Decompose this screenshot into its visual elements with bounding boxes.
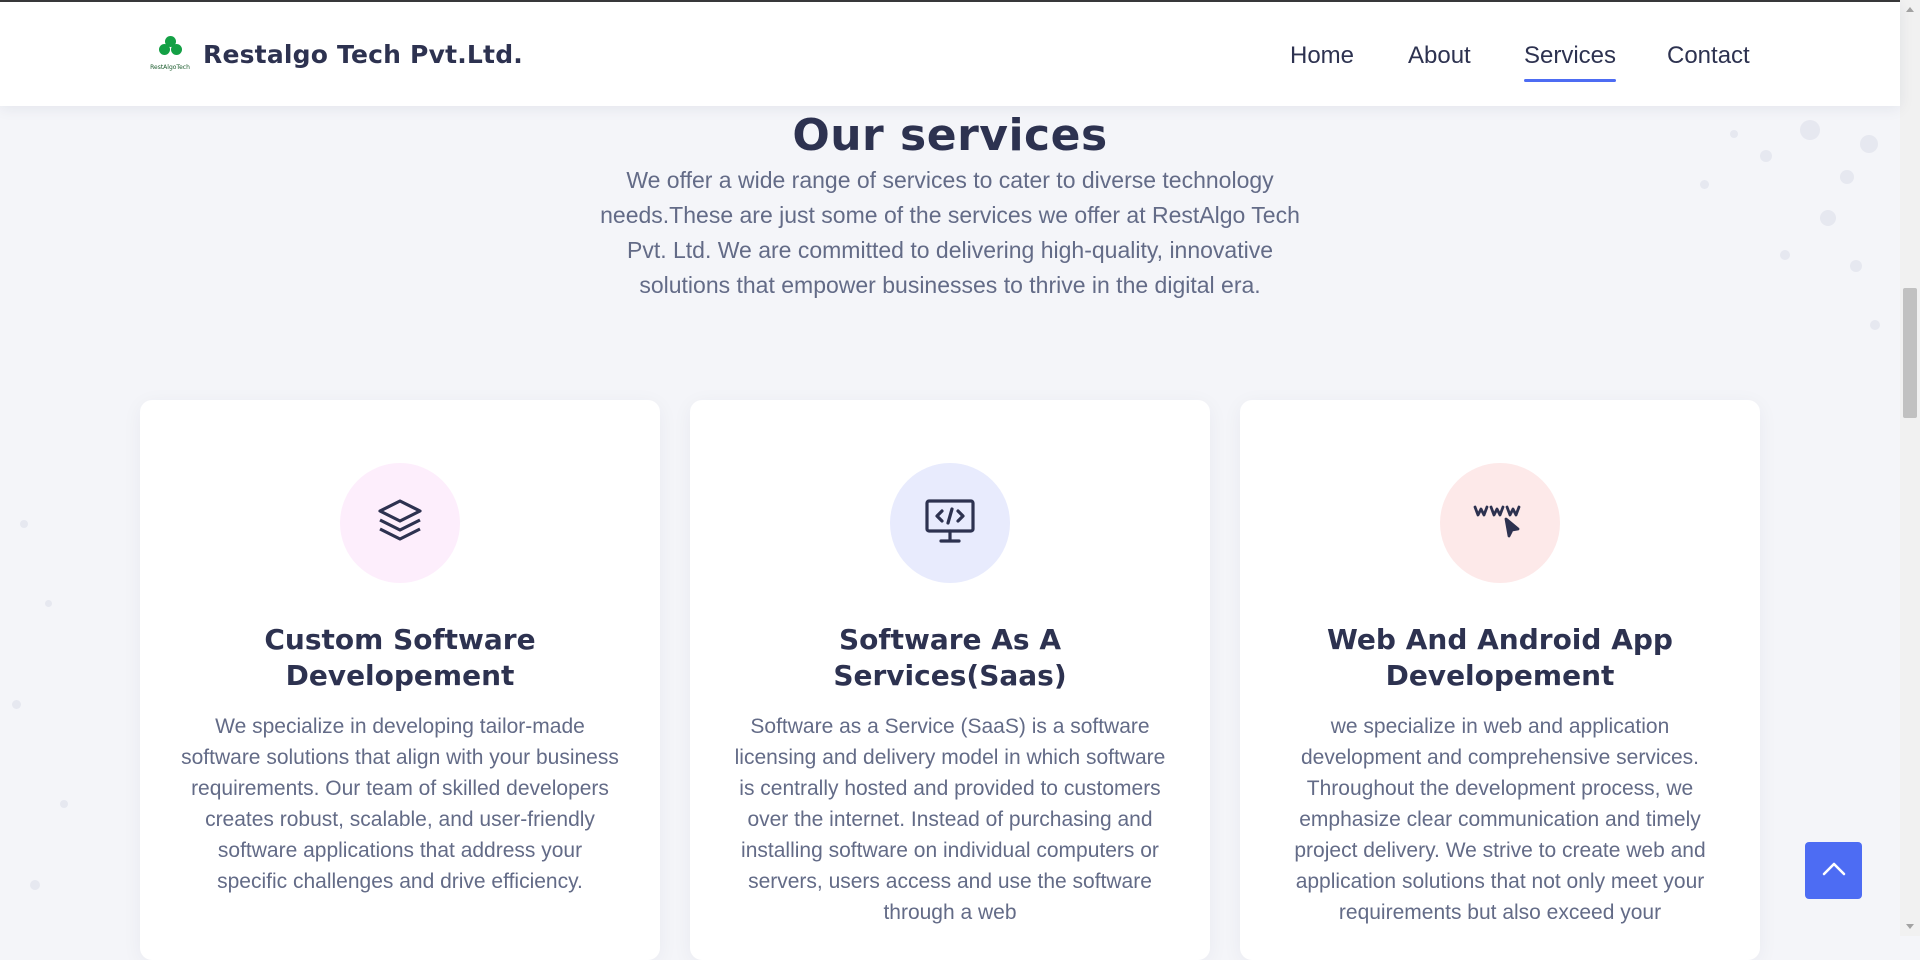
back-to-top-button[interactable] <box>1805 842 1862 899</box>
scroll-down-arrow-icon[interactable] <box>1900 918 1920 934</box>
card-text: we specialize in web and application dev… <box>1294 715 1706 924</box>
layers-icon <box>375 496 425 550</box>
nav-about[interactable]: About <box>1408 42 1471 70</box>
card-title: Custom Software Developement <box>264 623 536 692</box>
site-header: RestAlgoTech Restalgo Tech Pvt.Ltd. Home… <box>0 2 1900 106</box>
monitor-code-icon <box>924 498 976 548</box>
scroll-up-arrow-icon[interactable] <box>1900 2 1920 18</box>
service-icon-circle <box>1440 463 1560 583</box>
chevron-up-icon <box>1821 861 1847 881</box>
logo-caption: RestAlgoTech <box>150 64 190 71</box>
card-title: Web And Android App Developement <box>1327 623 1673 692</box>
scrollbar-thumb[interactable] <box>1903 288 1917 418</box>
card-text: We specialize in developing tailor-made … <box>181 715 619 893</box>
card-text: Software as a Service (SaaS) is a softwa… <box>734 715 1166 924</box>
nav-services[interactable]: Services <box>1524 42 1617 82</box>
section-description: We offer a wide range of services to cat… <box>600 167 1300 298</box>
section-title: Our services <box>792 110 1108 161</box>
card-title: Software As A Services(Saas) <box>833 623 1067 692</box>
nav-home[interactable]: Home <box>1290 42 1354 70</box>
service-icon-circle <box>340 463 460 583</box>
company-logo: RestAlgoTech <box>145 34 195 74</box>
service-card-web-android: Web And Android App Developement we spec… <box>1240 400 1760 960</box>
service-card-saas: Software As A Services(Saas) Software as… <box>690 400 1210 960</box>
nav-contact[interactable]: Contact <box>1667 42 1750 70</box>
service-card-custom-software: Custom Software Developement We speciali… <box>140 400 660 960</box>
www-cursor-icon <box>1472 501 1528 545</box>
brand[interactable]: RestAlgoTech Restalgo Tech Pvt.Ltd. <box>145 30 523 78</box>
page-scrollbar[interactable] <box>1900 0 1920 936</box>
brand-name: Restalgo Tech Pvt.Ltd. <box>203 39 524 69</box>
service-icon-circle <box>890 463 1010 583</box>
